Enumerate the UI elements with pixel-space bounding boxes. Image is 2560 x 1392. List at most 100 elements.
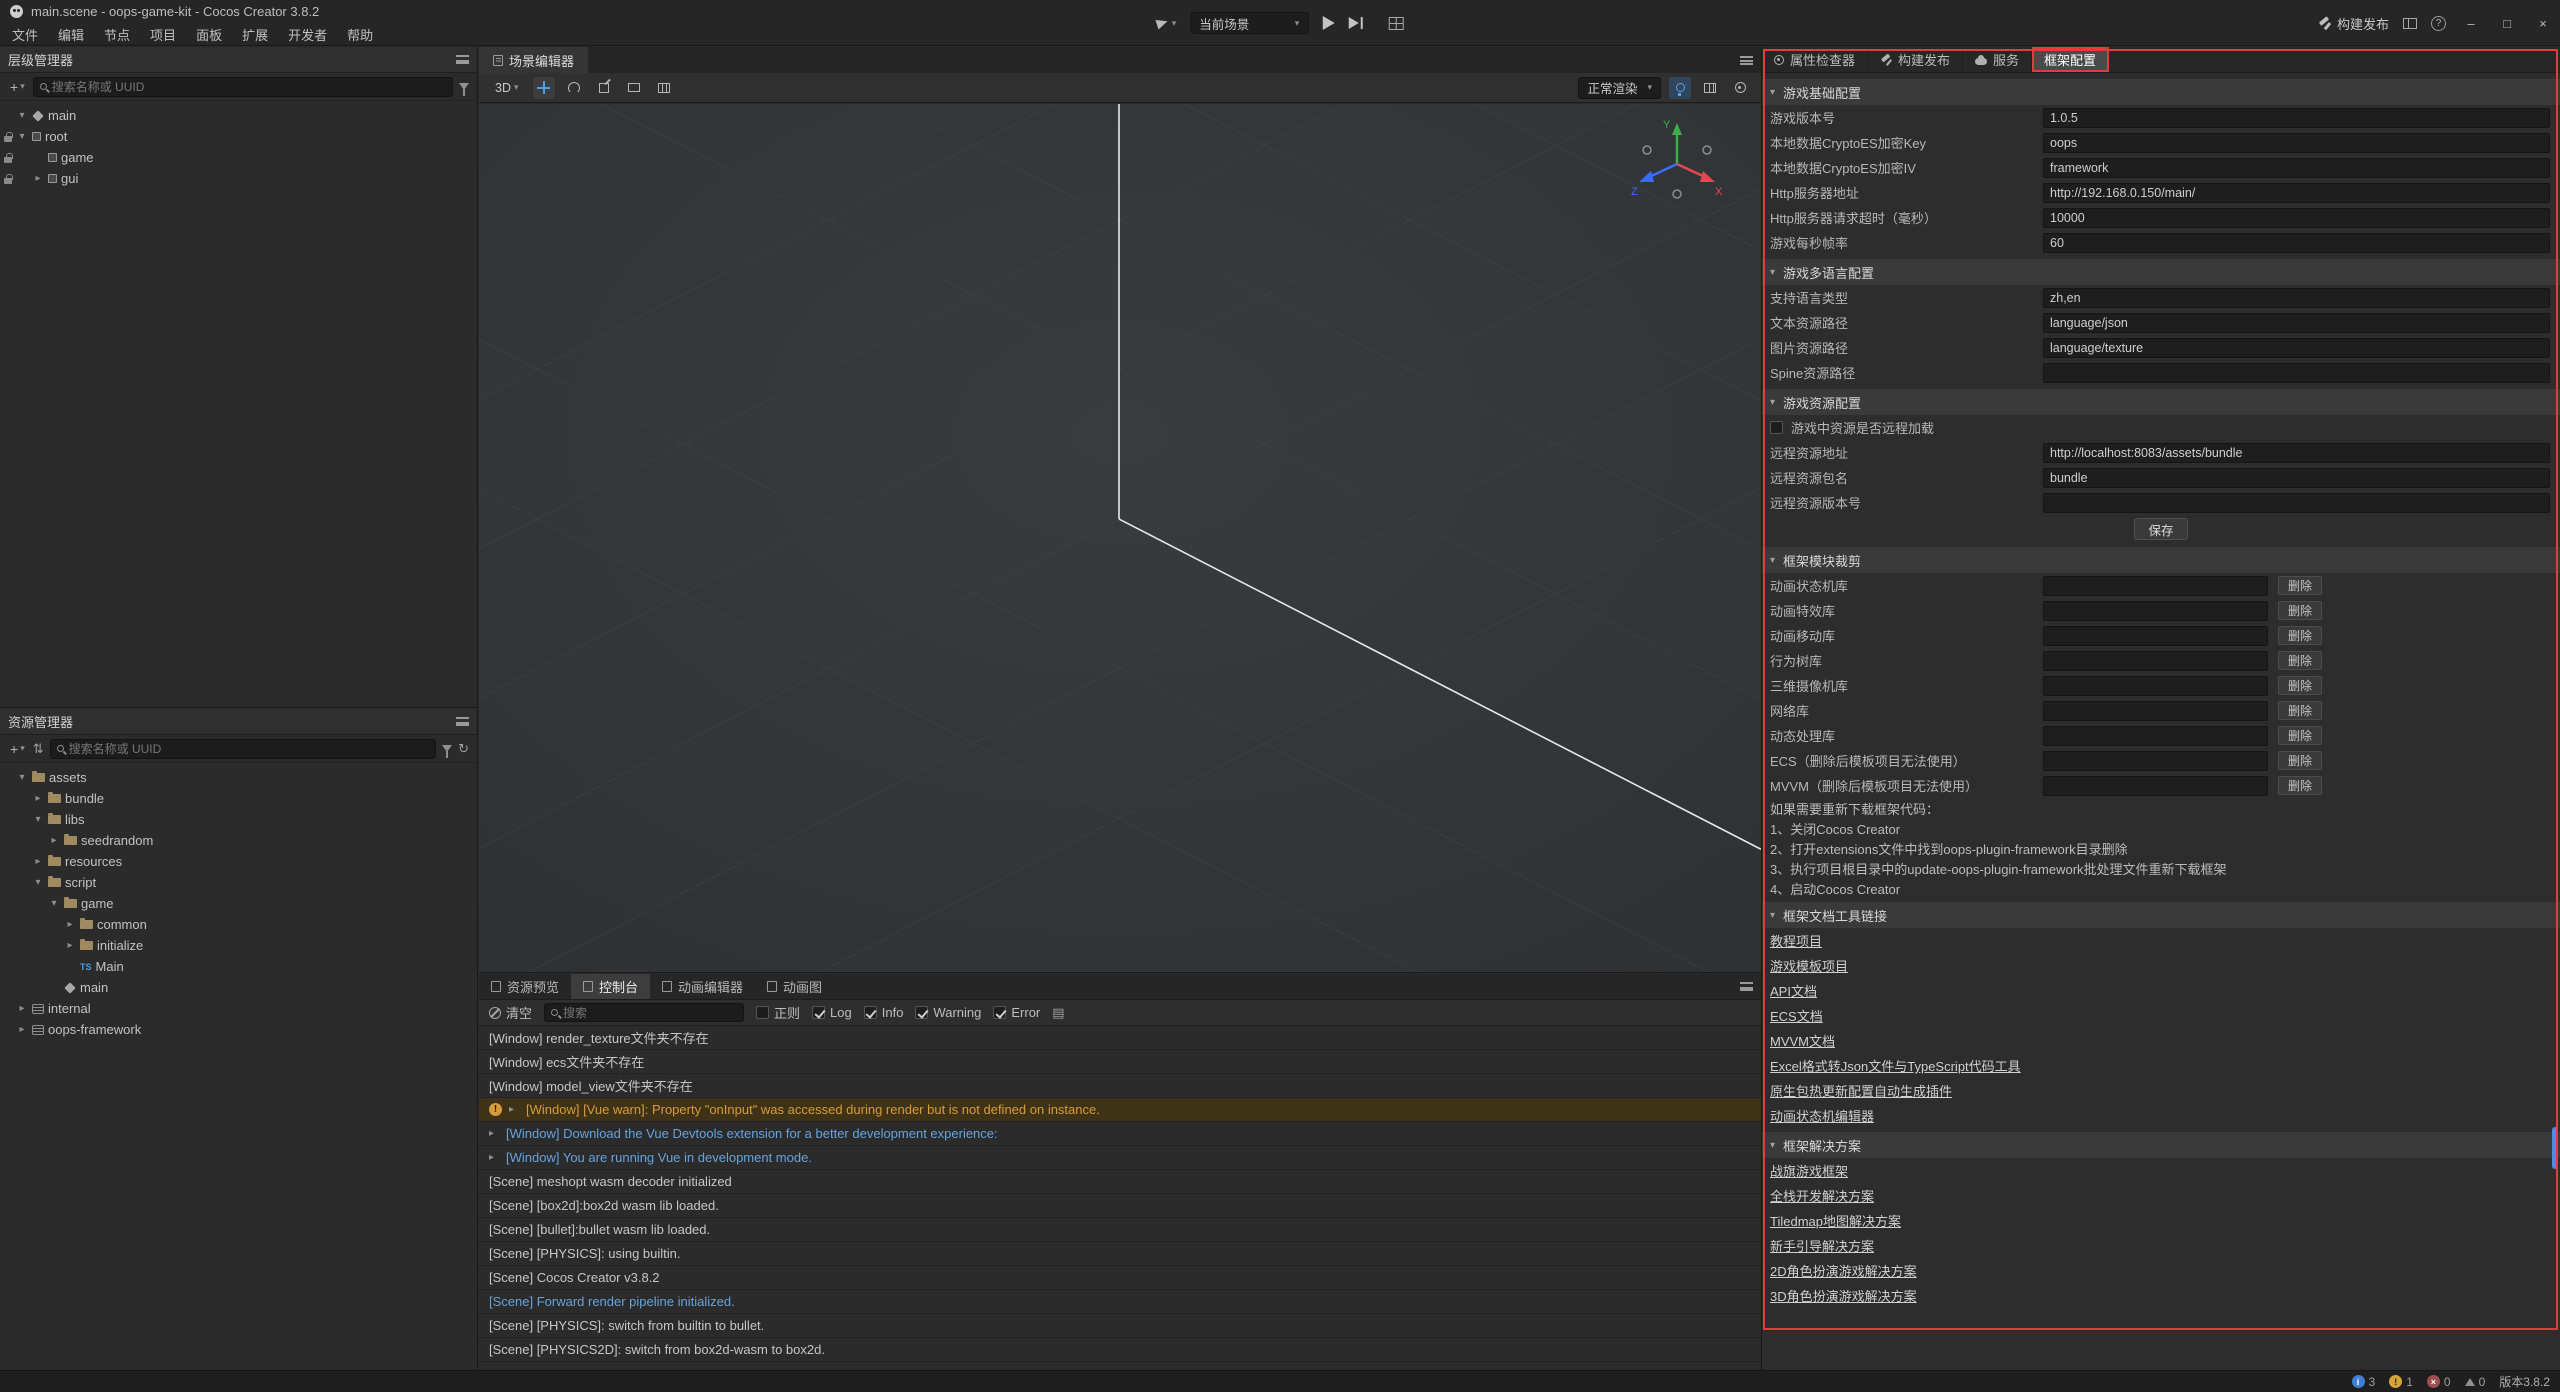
doc-link[interactable]: 2D角色扮演游戏解决方案 <box>1770 1261 1917 1280</box>
console-log-row[interactable]: [Scene] [PHYSICS]: switch from builtin t… <box>479 1314 1761 1338</box>
menu-item[interactable]: 文件 <box>2 23 48 46</box>
module-field[interactable] <box>2043 601 2268 621</box>
console-log-row[interactable]: [Window] ecs文件夹不存在 <box>479 1050 1761 1074</box>
console-tab-animation-editor[interactable]: 动画编辑器 <box>650 974 755 999</box>
play-button[interactable] <box>1322 16 1334 30</box>
module-field[interactable] <box>2043 651 2268 671</box>
property-input[interactable] <box>2043 313 2550 333</box>
console-filter-log[interactable]: Log <box>812 1005 852 1020</box>
editor-layout-icon[interactable] <box>1388 17 1403 30</box>
doc-link[interactable]: 动画状态机编辑器 <box>1770 1106 1874 1125</box>
preview-target-select[interactable]: ▾ <box>1157 18 1177 29</box>
scene-viewport[interactable]: Y X Z <box>479 104 1761 972</box>
step-button[interactable] <box>1348 17 1358 29</box>
expand-arrow-icon[interactable]: ▸ <box>48 835 60 846</box>
doc-link[interactable]: ECS文档 <box>1770 1006 1823 1025</box>
expand-arrow-icon[interactable]: ▾ <box>16 110 28 121</box>
menu-item[interactable]: 面板 <box>186 23 232 46</box>
asset-tree-item[interactable]: ▸oops-framework <box>0 1019 477 1040</box>
save-button[interactable]: 保存 <box>2134 518 2188 540</box>
doc-link[interactable]: API文档 <box>1770 981 1817 1000</box>
delete-button[interactable]: 删除 <box>2278 776 2322 795</box>
module-field[interactable] <box>2043 576 2268 596</box>
collapse-arrow-icon[interactable]: ▾ <box>1770 397 1775 408</box>
checkbox-icon[interactable] <box>812 1006 825 1019</box>
doc-link[interactable]: Excel格式转Json文件与TypeScript代码工具 <box>1770 1056 2021 1075</box>
filter-icon[interactable] <box>459 83 469 90</box>
hierarchy-tree-item[interactable]: ▾main <box>0 105 477 126</box>
regex-toggle[interactable]: 正则 <box>756 1003 800 1022</box>
axis-gizmo[interactable]: Y X Z <box>1627 114 1727 214</box>
expand-arrow-icon[interactable]: ▸ <box>489 1128 499 1139</box>
delete-button[interactable]: 删除 <box>2278 576 2322 595</box>
doc-link[interactable]: 原生包热更新配置自动生成插件 <box>1770 1081 1952 1100</box>
asset-tree-item[interactable]: main <box>0 977 477 998</box>
move-tool-button[interactable] <box>533 77 555 99</box>
checkbox-icon[interactable] <box>756 1006 769 1019</box>
asset-tree-item[interactable]: ▸resources <box>0 851 477 872</box>
panel-menu-icon[interactable] <box>1740 56 1753 65</box>
doc-link[interactable]: 新手引导解决方案 <box>1770 1236 1874 1255</box>
section-header[interactable]: ▾游戏多语言配置 <box>1762 259 2560 285</box>
menu-item[interactable]: 扩展 <box>232 23 278 46</box>
asset-tree-item[interactable]: ▸bundle <box>0 788 477 809</box>
remote-load-checkbox-row[interactable]: 游戏中资源是否远程加载 <box>1762 415 2560 440</box>
console-filter-info[interactable]: Info <box>864 1005 904 1020</box>
console-log-row[interactable]: [Scene] Cocos Creator v3.8.2 <box>479 1266 1761 1290</box>
close-button[interactable]: × <box>2532 16 2554 31</box>
expand-arrow-icon[interactable]: ▸ <box>509 1104 519 1115</box>
console-tab-animation-graph[interactable]: 动画图 <box>755 974 834 999</box>
sort-icon[interactable]: ⇅ <box>33 742 44 755</box>
doc-link[interactable]: 3D角色扮演游戏解决方案 <box>1770 1286 1917 1305</box>
property-input[interactable] <box>2043 133 2550 153</box>
expand-arrow-icon[interactable]: ▾ <box>16 772 28 783</box>
delete-button[interactable]: 删除 <box>2278 701 2322 720</box>
rect-tool-button[interactable] <box>623 77 645 99</box>
doc-link[interactable]: 全栈开发解决方案 <box>1770 1186 1874 1205</box>
property-input[interactable] <box>2043 468 2550 488</box>
module-field[interactable] <box>2043 626 2268 646</box>
expand-arrow-icon[interactable]: ▾ <box>16 131 28 142</box>
lighting-toggle-button[interactable] <box>1669 77 1691 99</box>
expand-arrow-icon[interactable]: ▸ <box>64 940 76 951</box>
section-header[interactable]: ▾框架模块裁剪 <box>1762 547 2560 573</box>
console-tab-asset-preview[interactable]: 资源预览 <box>479 974 571 999</box>
expand-arrow-icon[interactable]: ▸ <box>64 919 76 930</box>
property-input[interactable] <box>2043 288 2550 308</box>
panel-menu-icon[interactable] <box>456 717 469 726</box>
expand-arrow-icon[interactable]: ▸ <box>32 856 44 867</box>
create-asset-button[interactable]: +▾ <box>8 741 27 757</box>
checkbox-icon[interactable] <box>864 1006 877 1019</box>
asset-tree-item[interactable]: ▸internal <box>0 998 477 1019</box>
expand-arrow-icon[interactable]: ▾ <box>32 814 44 825</box>
console-log-row[interactable]: [Window] render_texture文件夹不存在 <box>479 1026 1761 1050</box>
inspector-tab-build[interactable]: 构建发布 <box>1868 47 1963 72</box>
console-search-input[interactable] <box>563 1006 737 1020</box>
log-count-badge[interactable]: i 3 <box>2352 1375 2376 1389</box>
build-publish-button[interactable]: 构建发布 <box>2318 14 2389 33</box>
error-count-badge[interactable]: × 0 <box>2427 1375 2451 1389</box>
collapse-arrow-icon[interactable]: ▾ <box>1770 910 1775 921</box>
collapse-arrow-icon[interactable]: ▾ <box>1770 267 1775 278</box>
asset-tree-item[interactable]: ▸seedrandom <box>0 830 477 851</box>
section-header[interactable]: ▾框架文档工具链接 <box>1762 902 2560 928</box>
console-log-row[interactable]: [Scene] meshopt wasm decoder initialized <box>479 1170 1761 1194</box>
hierarchy-search-input[interactable] <box>52 80 446 94</box>
console-log-row[interactable]: [Scene] Forward render pipeline initiali… <box>479 1290 1761 1314</box>
panel-menu-icon[interactable] <box>1740 982 1753 991</box>
inspector-tab-service[interactable]: 服务 <box>1963 47 2032 72</box>
property-input[interactable] <box>2043 338 2550 358</box>
menu-item[interactable]: 帮助 <box>337 23 383 46</box>
assets-search-input[interactable] <box>69 742 429 756</box>
rotate-tool-button[interactable] <box>563 77 585 99</box>
asset-tree-item[interactable]: ▸initialize <box>0 935 477 956</box>
delete-button[interactable]: 删除 <box>2278 726 2322 745</box>
console-log-row[interactable]: ▸[Window] You are running Vue in develop… <box>479 1146 1761 1170</box>
expand-arrow-icon[interactable]: ▸ <box>16 1003 28 1014</box>
asset-tree-item[interactable]: ▾libs <box>0 809 477 830</box>
hierarchy-tree-item[interactable]: ▸gui <box>0 168 477 189</box>
checkbox-icon[interactable] <box>1770 421 1783 434</box>
delete-button[interactable]: 删除 <box>2278 601 2322 620</box>
delete-button[interactable]: 删除 <box>2278 626 2322 645</box>
scene-settings-button[interactable] <box>1729 77 1751 99</box>
